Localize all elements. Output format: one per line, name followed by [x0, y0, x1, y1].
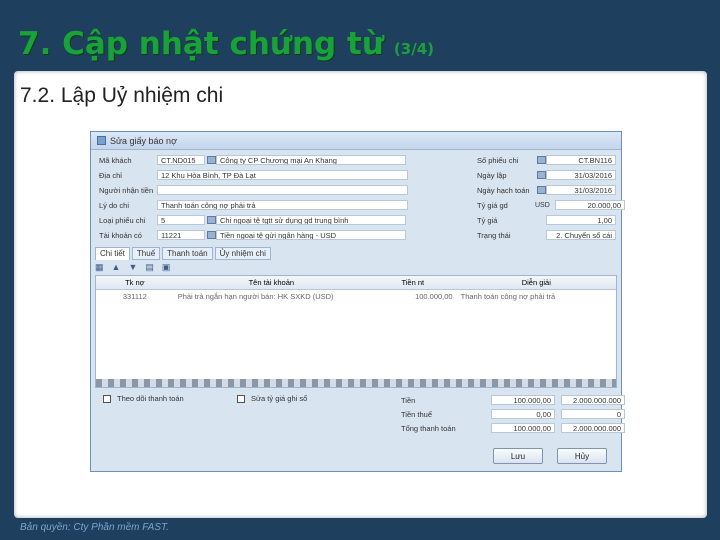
- edit-rate-checkbox[interactable]: Sửa tỷ giá ghi sổ: [237, 394, 307, 403]
- delete-row-icon[interactable]: ▣: [162, 262, 171, 273]
- payment-type-code-input[interactable]: 5: [157, 215, 205, 225]
- recipient-input[interactable]: [157, 185, 408, 195]
- credit-account-name: Tiền ngoại tệ gửi ngân hàng - USD: [216, 230, 406, 240]
- field-date: Ngày lập 31/03/2016: [469, 169, 616, 181]
- arrow-down-icon[interactable]: ▼: [128, 262, 137, 273]
- field-reason: Lý do chi Thanh toán công nợ phải trả: [91, 199, 408, 211]
- field-posting-date: Ngày hạch toán 31/03/2016: [469, 184, 616, 196]
- currency-code: USD: [535, 201, 550, 209]
- total-amount-row: Tiền 100.000,00 2.000.000.000: [395, 394, 625, 406]
- grid-header: Tk nợ Tên tài khoản Tiền nt Diễn giải: [96, 276, 616, 290]
- calendar-icon[interactable]: [537, 156, 546, 164]
- tax-amount-row: Tiền thuế 0,00 0: [395, 408, 625, 420]
- grid-toolbar: ▦ ▲ ▼ ▤ ▣: [95, 262, 170, 273]
- customer-code-input[interactable]: CT.ND015: [157, 155, 205, 165]
- section-heading: 7.2. Lập Uỷ nhiệm chi: [20, 84, 224, 107]
- field-payment-type: Loại phiếu chi 5 Chi ngoại tệ tgtt sử dụ…: [91, 214, 406, 226]
- arrow-up-icon[interactable]: ▲: [112, 262, 121, 273]
- window-titlebar: Sửa giấy báo nợ: [91, 132, 621, 150]
- field-voucher-no: Số phiếu chi CT.BN116: [469, 154, 616, 166]
- window-title: Sửa giấy báo nợ: [110, 135, 177, 146]
- slide-title: 7. Cập nhật chứng từ (3/4): [18, 26, 434, 66]
- grand-total-row: Tổng thanh toán 100.000,00 2.000.000.000: [395, 422, 625, 434]
- checkbox-icon[interactable]: [237, 394, 245, 403]
- save-button[interactable]: Lưu: [493, 448, 543, 464]
- tab-detail[interactable]: Chi tiết: [95, 247, 130, 260]
- tab-payment[interactable]: Thanh toán: [162, 247, 213, 260]
- reason-input[interactable]: Thanh toán công nợ phải trả: [157, 200, 408, 210]
- field-recipient: Người nhận tiền: [91, 184, 408, 196]
- tab-tax[interactable]: Thuế: [131, 247, 161, 260]
- posting-date-input[interactable]: 31/03/2016: [546, 185, 616, 195]
- voucher-no-input[interactable]: CT.BN116: [546, 155, 616, 165]
- insert-row-icon[interactable]: ▤: [145, 262, 154, 273]
- slide-title-main: 7. Cập nhật chứng từ: [18, 26, 384, 62]
- detail-tabs: Chi tiết Thuế Thanh toán Ủy nhiệm chi: [91, 247, 271, 260]
- field-exchange-rate: Tỷ giá 1,00: [469, 214, 616, 226]
- calendar-icon[interactable]: [537, 186, 546, 194]
- follow-payment-checkbox[interactable]: Theo dõi thanh toán: [103, 394, 184, 403]
- grid-icon[interactable]: ▦: [95, 262, 104, 273]
- exchange-rate-input[interactable]: 1,00: [546, 215, 616, 225]
- edit-debit-note-window: Sửa giấy báo nợ Mã khách CT.ND015 Công t…: [90, 131, 625, 472]
- field-status: Trạng thái 2. Chuyển sổ cái: [469, 229, 616, 241]
- status-select[interactable]: 2. Chuyển sổ cái: [546, 230, 616, 240]
- checkbox-icon[interactable]: [103, 394, 111, 403]
- detail-grid: Tk nợ Tên tài khoản Tiền nt Diễn giải 33…: [95, 275, 617, 388]
- lookup-icon[interactable]: [207, 156, 216, 164]
- address-input[interactable]: 12 Khu Hòa Bình, TP Đà Lạt: [157, 170, 408, 180]
- lookup-icon[interactable]: [207, 216, 216, 224]
- copyright-text: Bản quyền: Cty Phần mềm FAST.: [20, 522, 169, 533]
- payment-type-name: Chi ngoại tệ tgtt sử dụng gd trung bình: [216, 215, 406, 225]
- slide-title-suffix: (3/4): [393, 40, 434, 58]
- lookup-icon[interactable]: [207, 231, 216, 239]
- credit-account-input[interactable]: 11221: [157, 230, 205, 240]
- field-address: Địa chỉ 12 Khu Hòa Bình, TP Đà Lạt: [91, 169, 408, 181]
- field-credit-account: Tài khoản có 11221 Tiền ngoại tệ gửi ngâ…: [91, 229, 406, 241]
- customer-name-input[interactable]: Công ty CP Chương mại An Khang: [216, 155, 406, 165]
- horizontal-scrollbar[interactable]: [96, 379, 616, 387]
- window-icon: [97, 136, 106, 145]
- exchange-rate-gd-input[interactable]: 20.000,00: [555, 200, 625, 210]
- voucher-form: Mã khách CT.ND015 Công ty CP Chương mại …: [91, 150, 625, 258]
- date-input[interactable]: 31/03/2016: [546, 170, 616, 180]
- cancel-button[interactable]: Hủy: [557, 448, 607, 464]
- table-row[interactable]: 331112 Phải trả ngắn hạn người bán: HK S…: [96, 290, 616, 302]
- tab-payment-order[interactable]: Ủy nhiệm chi: [214, 247, 271, 260]
- field-customer: Mã khách CT.ND015 Công ty CP Chương mại …: [91, 154, 406, 166]
- calendar-icon[interactable]: [537, 171, 546, 179]
- field-exchange-rate-gd: Tỷ giá gd USD 20.000,00: [469, 199, 625, 211]
